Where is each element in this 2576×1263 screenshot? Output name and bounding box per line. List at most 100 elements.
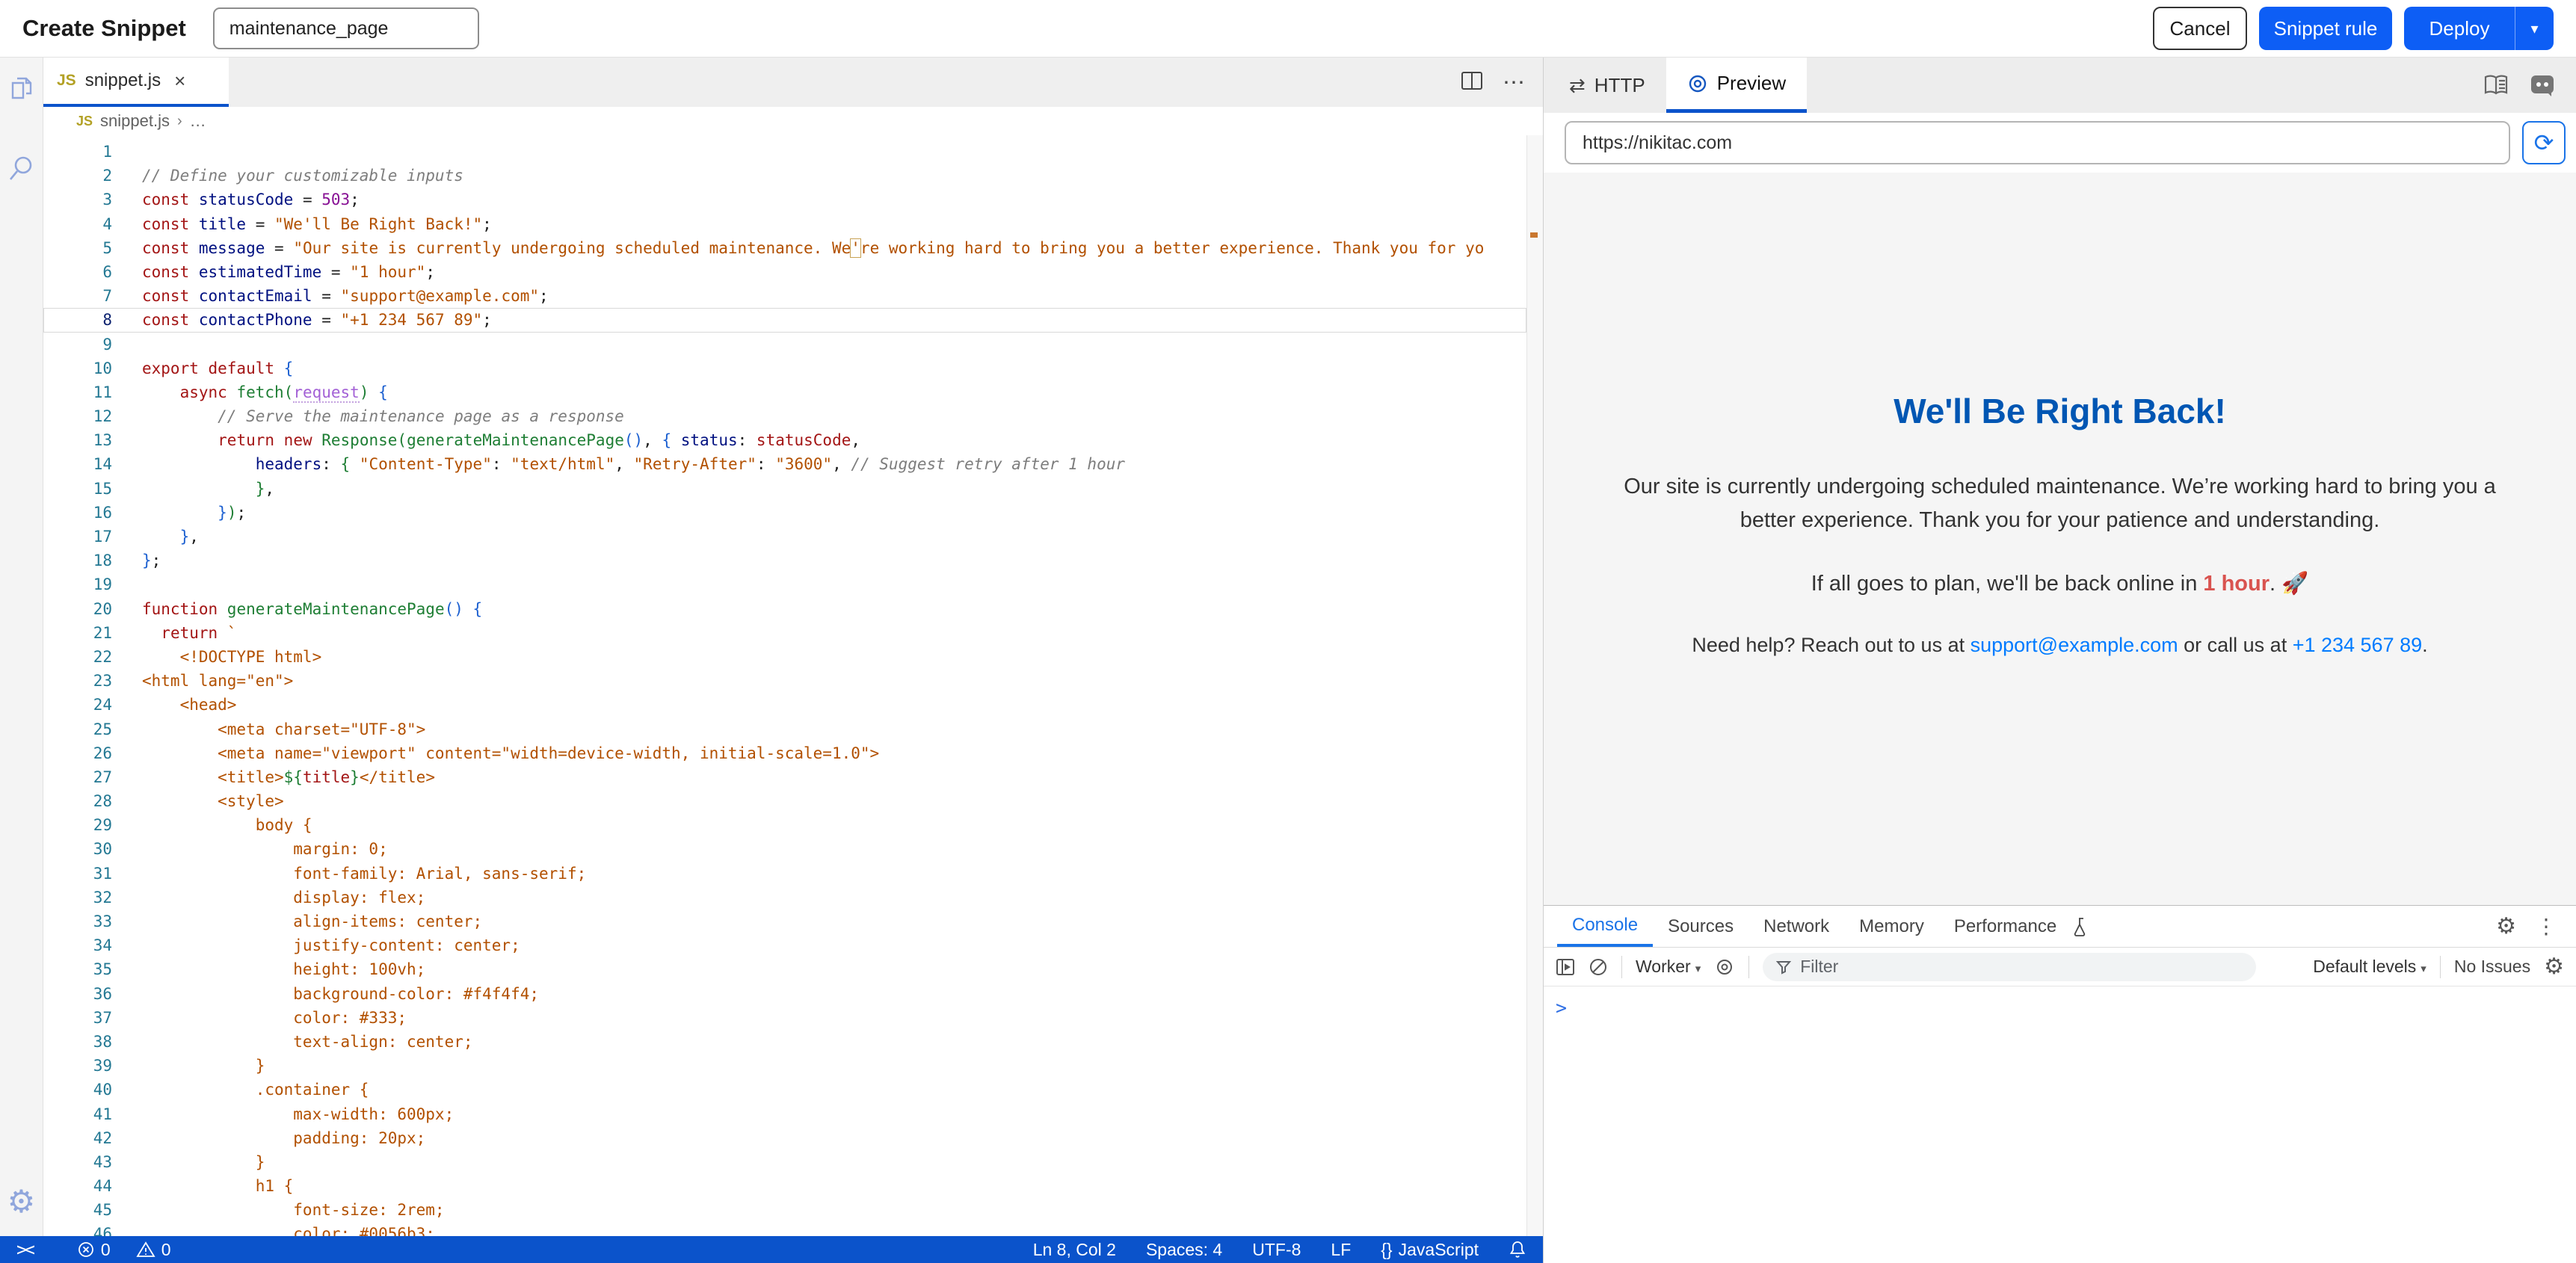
- code-area[interactable]: 12// Define your customizable inputs3con…: [43, 135, 1526, 1236]
- code-line[interactable]: 14 headers: { "Content-Type": "text/html…: [43, 452, 1526, 476]
- deploy-button[interactable]: Deploy: [2404, 7, 2515, 50]
- devtools-tab-performance[interactable]: Performance: [1939, 906, 2071, 947]
- code-line[interactable]: 18};: [43, 549, 1526, 572]
- code-line[interactable]: 23<html lang="en">: [43, 669, 1526, 693]
- docs-book-icon[interactable]: [2483, 74, 2509, 96]
- code-line[interactable]: 35 height: 100vh;: [43, 957, 1526, 981]
- reload-button[interactable]: ⟳: [2522, 121, 2566, 164]
- code-line[interactable]: 13 return new Response(generateMaintenan…: [43, 428, 1526, 452]
- code-line[interactable]: 44 h1 {: [43, 1174, 1526, 1198]
- code-line[interactable]: 32 display: flex;: [43, 886, 1526, 910]
- code-line[interactable]: 22 <!DOCTYPE html>: [43, 645, 1526, 669]
- code-line[interactable]: 28 <style>: [43, 789, 1526, 813]
- snippet-name-input[interactable]: [213, 7, 479, 49]
- code-line[interactable]: 31 font-family: Arial, sans-serif;: [43, 862, 1526, 886]
- code-line[interactable]: 8const contactPhone = "+1 234 567 89";: [43, 308, 1526, 332]
- close-tab-icon[interactable]: ×: [174, 70, 185, 93]
- code-line[interactable]: 27 <title>${title}</title>: [43, 765, 1526, 789]
- problems-errors[interactable]: 0: [77, 1240, 111, 1260]
- line-number: 24: [43, 693, 142, 717]
- code-line[interactable]: 34 justify-content: center;: [43, 933, 1526, 957]
- language-mode[interactable]: {} JavaScript: [1381, 1240, 1479, 1260]
- search-icon[interactable]: [7, 153, 37, 183]
- breadcrumb[interactable]: JS snippet.js › …: [43, 107, 1543, 135]
- notifications-bell-icon[interactable]: [1509, 1240, 1526, 1259]
- code-line[interactable]: 30 margin: 0;: [43, 837, 1526, 861]
- code-line[interactable]: 37 color: #333;: [43, 1006, 1526, 1030]
- line-number: 4: [43, 212, 142, 236]
- tab-preview[interactable]: Preview: [1666, 58, 1807, 113]
- code-line[interactable]: 40 .container {: [43, 1078, 1526, 1102]
- code-line[interactable]: 9: [43, 333, 1526, 356]
- code-line[interactable]: 12 // Serve the maintenance page as a re…: [43, 404, 1526, 428]
- code-line[interactable]: 11 async fetch(request) {: [43, 380, 1526, 404]
- phone-link[interactable]: +1 234 567 89: [2293, 634, 2422, 656]
- code-line[interactable]: 41 max-width: 600px;: [43, 1102, 1526, 1126]
- code-line[interactable]: 17 },: [43, 525, 1526, 549]
- deploy-dropdown-caret[interactable]: ▾: [2515, 7, 2554, 50]
- code-line[interactable]: 15 },: [43, 477, 1526, 501]
- devtools-tab-sources[interactable]: Sources: [1653, 906, 1748, 947]
- code-line[interactable]: 33 align-items: center;: [43, 910, 1526, 933]
- cancel-button[interactable]: Cancel: [2153, 7, 2247, 50]
- code-line[interactable]: 24 <head>: [43, 693, 1526, 717]
- console-settings-gear-icon[interactable]: ⚙: [2544, 956, 2564, 978]
- console-sidebar-toggle-icon[interactable]: [1556, 958, 1575, 976]
- code-line[interactable]: 39 }: [43, 1054, 1526, 1078]
- split-editor-icon[interactable]: [1461, 71, 1483, 94]
- code-line[interactable]: 21 return `: [43, 621, 1526, 645]
- code-line[interactable]: 4const title = "We'll Be Right Back!";: [43, 212, 1526, 236]
- line-number: 14: [43, 452, 142, 476]
- no-issues-counter[interactable]: No Issues: [2454, 957, 2530, 977]
- code-line[interactable]: 46 color: #0056b3;: [43, 1222, 1526, 1236]
- eol-sequence[interactable]: LF: [1331, 1240, 1351, 1260]
- code-line[interactable]: 3const statusCode = 503;: [43, 188, 1526, 211]
- code-line[interactable]: 25 <meta charset="UTF-8">: [43, 717, 1526, 741]
- problems-warnings[interactable]: 0: [136, 1240, 171, 1260]
- context-selector[interactable]: Worker▾: [1636, 957, 1701, 977]
- devtools-tab-network[interactable]: Network: [1748, 906, 1844, 947]
- console-output[interactable]: >: [1544, 986, 2576, 1263]
- devtools-settings-gear-icon[interactable]: ⚙: [2496, 915, 2516, 938]
- remote-indicator-icon[interactable]: ><: [16, 1239, 32, 1260]
- cursor-position[interactable]: Ln 8, Col 2: [1033, 1240, 1116, 1260]
- clear-console-icon[interactable]: [1589, 957, 1608, 977]
- editor-scrollbar[interactable]: [1526, 135, 1543, 1236]
- log-levels-dropdown[interactable]: Default levels▾: [2313, 957, 2426, 977]
- code-line[interactable]: 7const contactEmail = "support@example.c…: [43, 284, 1526, 308]
- console-filter-input[interactable]: Filter: [1763, 953, 2256, 981]
- tab-http[interactable]: ⇄ HTTP: [1548, 58, 1666, 113]
- devtools-kebab-menu-icon[interactable]: ⋮: [2536, 914, 2557, 939]
- snippet-rule-button[interactable]: Snippet rule: [2259, 7, 2392, 50]
- encoding[interactable]: UTF-8: [1252, 1240, 1301, 1260]
- maintenance-message: Our site is currently undergoing schedul…: [1619, 470, 2501, 537]
- code-line[interactable]: 20function generateMaintenancePage() {: [43, 597, 1526, 621]
- chevron-down-icon: ▾: [2421, 963, 2426, 975]
- code-line[interactable]: 38 text-align: center;: [43, 1030, 1526, 1054]
- preview-url-input[interactable]: [1565, 121, 2510, 164]
- code-line[interactable]: 36 background-color: #f4f4f4;: [43, 982, 1526, 1006]
- code-line[interactable]: 16 });: [43, 501, 1526, 525]
- code-line[interactable]: 1: [43, 140, 1526, 164]
- code-line[interactable]: 42 padding: 20px;: [43, 1126, 1526, 1150]
- line-number: 38: [43, 1030, 142, 1054]
- devtools-tab-console[interactable]: Console: [1557, 906, 1653, 947]
- code-line[interactable]: 2// Define your customizable inputs: [43, 164, 1526, 188]
- code-line[interactable]: 10export default {: [43, 356, 1526, 380]
- indentation[interactable]: Spaces: 4: [1146, 1240, 1222, 1260]
- discord-chat-icon[interactable]: [2530, 73, 2555, 97]
- tab-snippet-js[interactable]: JS snippet.js ×: [43, 58, 229, 107]
- code-line[interactable]: 43 }: [43, 1150, 1526, 1174]
- code-line[interactable]: 19: [43, 572, 1526, 596]
- files-icon[interactable]: [7, 74, 37, 104]
- support-email-link[interactable]: support@example.com: [1970, 634, 2178, 656]
- live-expression-eye-icon[interactable]: [1714, 958, 1735, 976]
- settings-gear-icon[interactable]: ⚙: [7, 1187, 37, 1217]
- code-line[interactable]: 45 font-size: 2rem;: [43, 1198, 1526, 1222]
- code-line[interactable]: 5const message = "Our site is currently …: [43, 236, 1526, 260]
- code-line[interactable]: 26 <meta name="viewport" content="width=…: [43, 741, 1526, 765]
- code-line[interactable]: 6const estimatedTime = "1 hour";: [43, 260, 1526, 284]
- more-actions-icon[interactable]: ⋯: [1503, 70, 1525, 96]
- devtools-tab-memory[interactable]: Memory: [1844, 906, 1939, 947]
- code-line[interactable]: 29 body {: [43, 813, 1526, 837]
